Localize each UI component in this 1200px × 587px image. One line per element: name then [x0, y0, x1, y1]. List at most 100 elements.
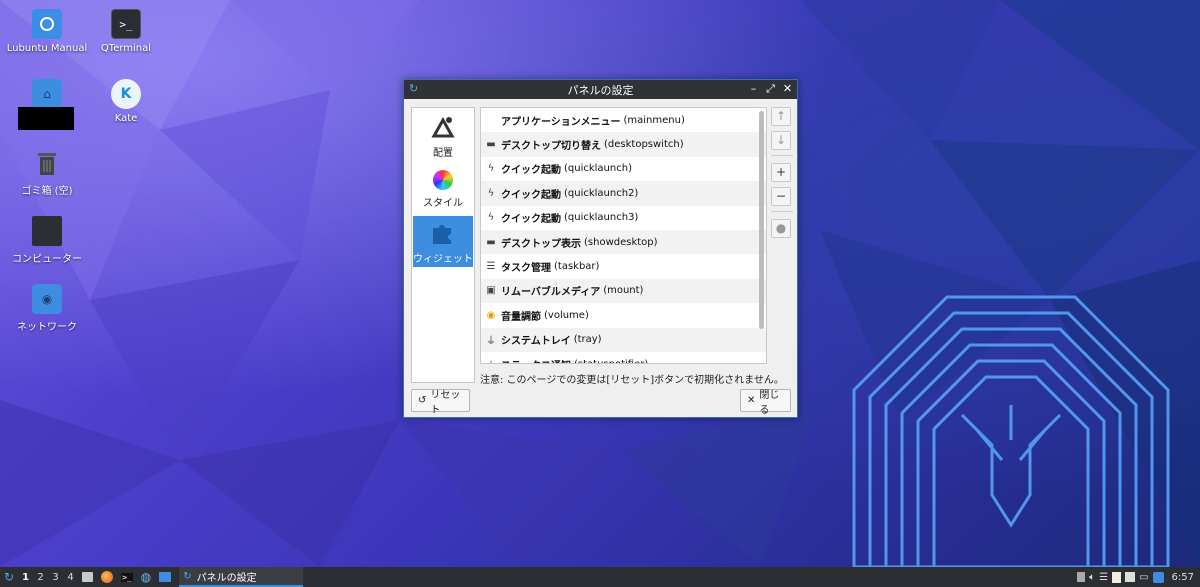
widget-name: ステータス通知 [501, 357, 571, 363]
lubuntu-emblem [852, 295, 1170, 567]
widget-id: (quicklaunch3) [564, 212, 639, 224]
widget-name: タスク管理 [501, 263, 551, 275]
file-manager-launcher[interactable] [78, 567, 97, 587]
close-window-button[interactable]: ✕ [782, 81, 793, 97]
widget-row[interactable]: ▬ デスクトップ切り替え (desktopswitch) [481, 132, 766, 157]
keyboard-icon[interactable]: ☰ [1099, 572, 1108, 583]
volume-icon[interactable]: 🔈︎ [1089, 572, 1095, 583]
move-up-button[interactable]: ↑ [771, 107, 791, 126]
show-desktop-button[interactable] [155, 567, 175, 587]
widget-row[interactable]: ◉ 音量調節 (volume) [481, 303, 766, 327]
desktop-icon: ▬ [486, 139, 496, 151]
volume-icon: ◉ [486, 309, 496, 321]
puzzle-icon [430, 220, 456, 246]
task-panel-settings[interactable]: ↻ パネルの設定 [179, 567, 304, 587]
desktop-icon-kate[interactable]: K Kate [81, 79, 171, 124]
widget-row[interactable]: ϟ クイック起動 (quicklaunch2) [481, 181, 766, 206]
panel-settings-window: ↻ パネルの設定 – ⤢ ✕ 配置 スタイル ウィジェット アプリケーションメニ… [403, 79, 798, 418]
desktop-icon-computer[interactable]: コンピューター [2, 216, 92, 265]
lightning-icon: ϟ [487, 163, 495, 175]
widget-name: システムトレイ [501, 336, 571, 348]
close-button[interactable]: ✕ 閉じる [740, 389, 791, 416]
widget-row[interactable]: ⏚ システムトレイ (tray) [481, 327, 766, 352]
terminal-icon: >_ [111, 9, 141, 39]
clipboard-icon[interactable] [1112, 571, 1122, 583]
window-titlebar[interactable]: ↻ パネルの設定 – ⤢ ✕ [404, 80, 797, 99]
desktop-icon-label: ネットワーク [17, 322, 77, 333]
widget-id: (statusnotifier) [574, 359, 648, 363]
sidebar-item-widgets[interactable]: ウィジェット [413, 216, 473, 267]
kate-icon: K [111, 79, 141, 109]
firefox-launcher[interactable] [97, 567, 117, 587]
desktop-switch-1[interactable]: 1 [18, 567, 33, 587]
firefox-icon [101, 571, 114, 583]
widget-name: リムーバブルメディア [501, 287, 601, 299]
redacted-label [18, 107, 74, 130]
window-title: パネルの設定 [567, 83, 634, 97]
reset-button[interactable]: ↺ リセット [411, 389, 470, 416]
move-down-button[interactable]: ↓ [771, 131, 791, 150]
sidebar-item-style[interactable]: スタイル [413, 168, 473, 213]
widget-name: デスクトップ切り替え [501, 141, 601, 153]
divider [771, 211, 793, 212]
desktop-icon: ▬ [486, 236, 496, 248]
desktop-switch-3[interactable]: 3 [48, 567, 63, 587]
update-icon[interactable] [1125, 572, 1136, 582]
widget-list[interactable]: アプリケーションメニュー (mainmenu) ▬ デスクトップ切り替え (deskto… [480, 107, 767, 364]
computer-icon [32, 216, 62, 246]
widget-row[interactable]: ☰ タスク管理 (taskbar) [481, 254, 766, 278]
terminal-launcher[interactable]: >_ [117, 567, 137, 587]
desktop-switch-2[interactable]: 2 [33, 567, 48, 587]
desktop-icon-label: QTerminal [100, 43, 152, 54]
widget-name: クイック起動 [501, 189, 561, 201]
widget-row[interactable]: ⏚ステータス通知(statusnotifier) [481, 352, 766, 363]
desktop-icon-network[interactable]: ◉ ネットワーク [2, 284, 92, 333]
widget-row[interactable]: ϟ クイック起動 (quicklaunch3) [481, 206, 766, 230]
usb-icon: ⏚ [486, 336, 496, 348]
desktop-switch-4[interactable]: 4 [63, 567, 78, 587]
network-launcher[interactable]: ◍ [137, 567, 155, 587]
widget-name: アプリケーションメニュー [501, 116, 621, 128]
configure-widget-button[interactable]: ● [771, 219, 791, 238]
book-icon [32, 9, 62, 39]
widget-row[interactable]: ▬ デスクトップ表示 (showdesktop) [481, 229, 766, 255]
trash-icon [32, 148, 62, 178]
widget-row[interactable]: ϟ クイック起動 (quicklaunch) [481, 157, 766, 181]
widget-id: (tray) [573, 334, 602, 346]
list-scrollbar[interactable] [759, 111, 764, 329]
widget-id: (desktopswitch) [604, 139, 684, 151]
widget-name: クイック起動 [501, 214, 561, 226]
widget-id: (showdesktop) [584, 236, 658, 248]
widget-row[interactable]: ▣ リムーバブルメディア (mount) [481, 278, 766, 304]
clock[interactable]: 6:57 [1172, 572, 1194, 583]
notification-icon[interactable] [1152, 571, 1164, 583]
media-icon: ▣ [486, 285, 496, 297]
main-menu-button[interactable]: ↻ [0, 567, 18, 587]
desktop-icon-qterminal[interactable]: >_ QTerminal [81, 9, 171, 54]
sidebar-item-label: 配置 [433, 148, 453, 159]
remove-widget-button[interactable]: − [771, 187, 791, 206]
divider [771, 155, 793, 156]
lubuntu-logo-icon: ↻ [4, 570, 15, 584]
lightning-icon: ϟ [487, 187, 495, 199]
desktop-icon-trash[interactable]: ゴミ箱 (空) [2, 148, 92, 197]
folder-icon [82, 572, 94, 582]
usb-icon: ⏚ [481, 357, 501, 363]
widget-id: (quicklaunch2) [564, 187, 639, 199]
sidebar-item-placement[interactable]: 配置 [413, 114, 473, 162]
widget-row[interactable]: アプリケーションメニュー (mainmenu) [481, 108, 766, 132]
widget-id: (mainmenu) [623, 114, 685, 126]
restore-button[interactable]: ⤢ [765, 81, 776, 97]
desktop-icon-label: Lubuntu Manual [6, 43, 88, 54]
removable-media-icon[interactable] [1077, 572, 1086, 582]
widget-id: (quicklaunch) [564, 163, 632, 175]
widget-name: 音量調節 [501, 311, 541, 323]
desktop-icon-lubuntu-manual[interactable]: Lubuntu Manual [2, 9, 92, 54]
widget-id: (volume) [544, 309, 589, 321]
settings-sidebar: 配置 スタイル ウィジェット [411, 107, 475, 383]
desktop-icon-label: ゴミ箱 (空) [21, 186, 73, 197]
add-widget-button[interactable]: + [771, 163, 791, 182]
monitor-icon[interactable]: ▭ [1139, 572, 1148, 583]
close-icon: ✕ [747, 395, 756, 406]
minimize-button[interactable]: – [748, 81, 759, 97]
